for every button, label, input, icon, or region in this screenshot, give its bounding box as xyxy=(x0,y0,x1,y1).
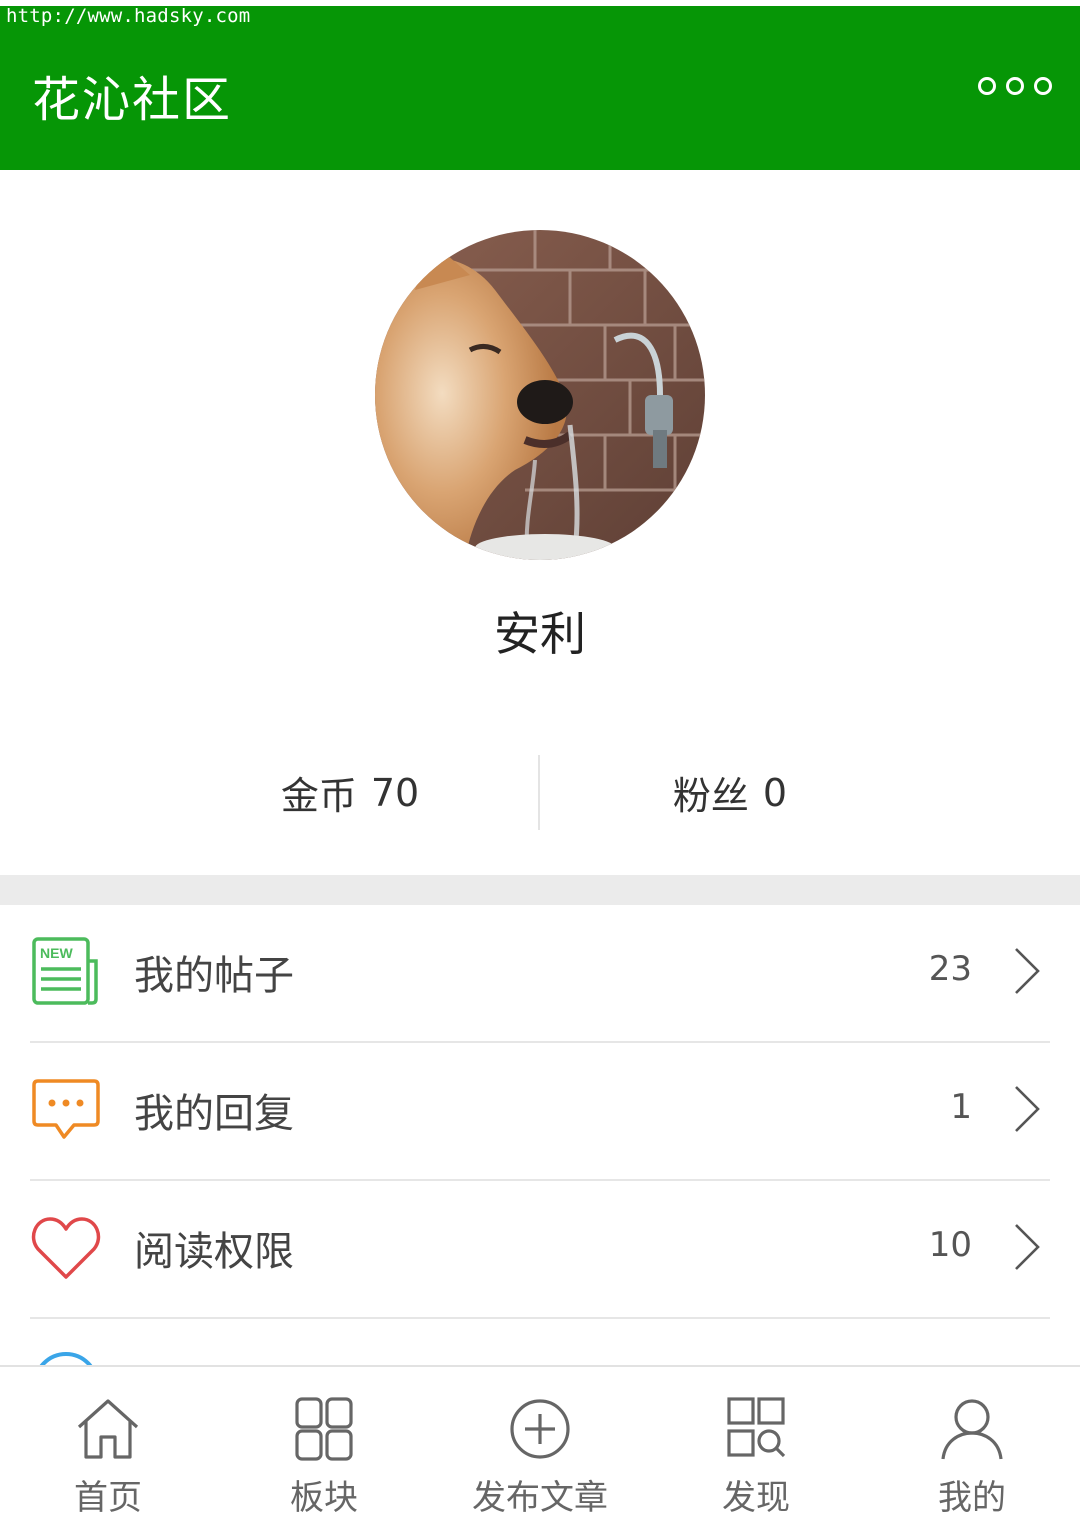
chevron-right-icon xyxy=(1015,948,1040,994)
partial-circle-icon xyxy=(39,1352,93,1365)
username: 安利 xyxy=(494,607,586,661)
stat-label: 金币 xyxy=(280,774,357,818)
menu-item-count: 1 xyxy=(950,1087,972,1127)
avatar[interactable] xyxy=(375,230,705,560)
more-dots-icon xyxy=(1006,77,1024,95)
more-dots-icon xyxy=(978,77,996,95)
plus-circle-icon xyxy=(510,1399,570,1459)
stat-label: 粉丝 xyxy=(672,774,749,818)
tab-boards[interactable]: 板块 xyxy=(216,1367,432,1540)
profile-stats: 金币 70 粉丝 0 xyxy=(0,755,1080,830)
stat-value: 70 xyxy=(370,770,420,815)
more-menu-button[interactable] xyxy=(978,70,1052,102)
menu-item-my-replies[interactable]: 我的回复 1 xyxy=(0,1043,1080,1181)
avatar-photo xyxy=(375,230,705,560)
tab-label: 首页 xyxy=(74,1478,142,1518)
menu-item-label: 阅读权限 xyxy=(134,1229,294,1275)
tab-publish[interactable]: 发布文章 xyxy=(432,1367,648,1540)
section-divider xyxy=(0,875,1080,905)
newspaper-new-icon: NEW xyxy=(32,937,98,1005)
grid-icon xyxy=(295,1397,353,1461)
tab-discover[interactable]: 发现 xyxy=(648,1367,864,1540)
menu-item-read-permission[interactable]: 阅读权限 10 xyxy=(0,1181,1080,1319)
more-dots-icon xyxy=(1034,77,1052,95)
menu-item-label: 我的帖子 xyxy=(134,953,294,999)
menu-item-label: 我的回复 xyxy=(134,1091,294,1137)
tab-label: 发布文章 xyxy=(472,1478,608,1518)
menu-item-partial[interactable] xyxy=(0,1319,1080,1365)
svg-text:NEW: NEW xyxy=(40,945,73,961)
browser-url: http://www.hadsky.com xyxy=(6,5,251,27)
stat-coins[interactable]: 金币 70 xyxy=(160,755,540,830)
menu-item-count: 23 xyxy=(928,949,972,989)
menu-item-my-posts[interactable]: NEW 我的帖子 23 xyxy=(0,905,1080,1043)
menu-item-count: 10 xyxy=(928,1225,972,1265)
chat-bubble-icon xyxy=(32,1079,100,1139)
profile-menu: NEW 我的帖子 23 我的回复 1 阅读权限 10 xyxy=(0,905,1080,1365)
tab-mine[interactable]: 我的 xyxy=(864,1367,1080,1540)
tab-home[interactable]: 首页 xyxy=(0,1367,216,1540)
tab-label: 板块 xyxy=(290,1478,358,1518)
stat-value: 0 xyxy=(762,770,788,815)
tab-label: 发现 xyxy=(722,1478,790,1518)
stat-fans[interactable]: 粉丝 0 xyxy=(540,755,920,830)
chevron-right-icon xyxy=(1015,1224,1040,1270)
bottom-tab-bar: 首页 板块 发布文章 发现 我的 xyxy=(0,1365,1080,1540)
tab-label: 我的 xyxy=(938,1478,1006,1518)
app-header: 花沁社区 xyxy=(0,6,1080,170)
heart-icon xyxy=(31,1217,101,1279)
discover-icon xyxy=(727,1397,786,1458)
user-icon xyxy=(941,1399,1003,1460)
chevron-right-icon xyxy=(1015,1086,1040,1132)
home-icon xyxy=(77,1399,139,1459)
app-title: 花沁社区 xyxy=(32,72,233,128)
